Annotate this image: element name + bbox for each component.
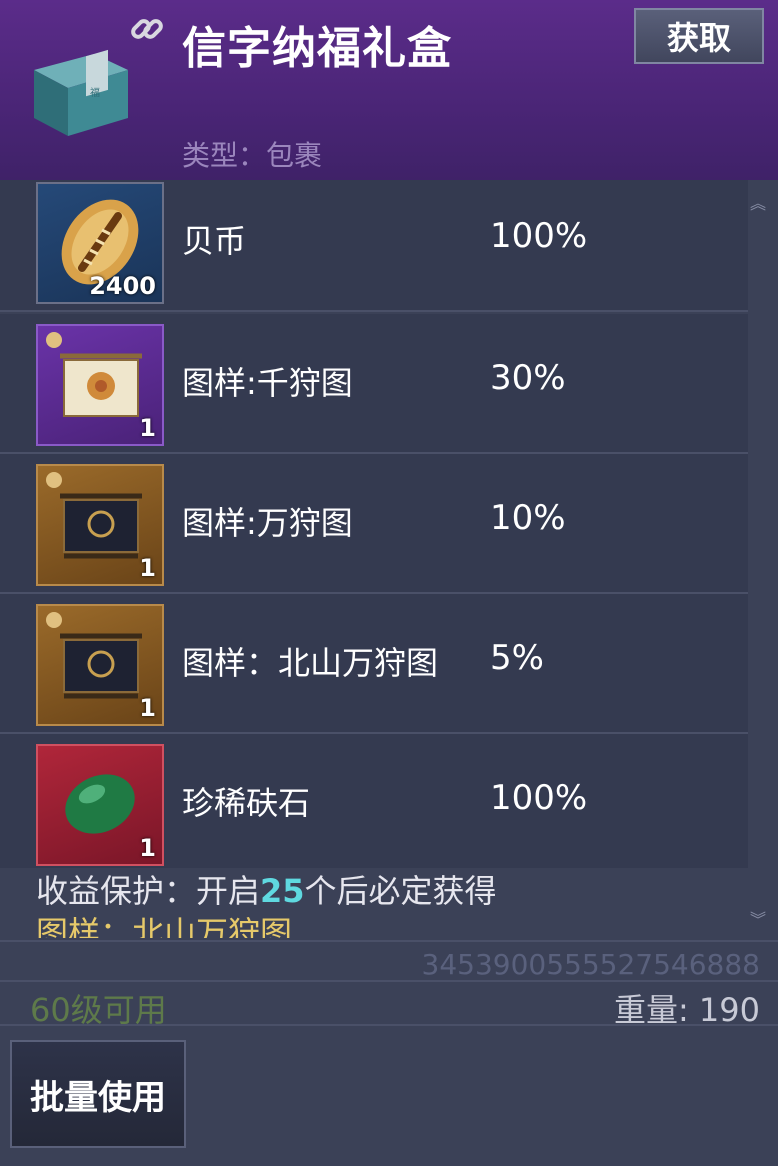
item-quantity: 1 — [139, 554, 156, 582]
item-name: 图样:千狩图 — [182, 364, 353, 402]
item-quantity: 1 — [139, 834, 156, 862]
drop-chance: 30% — [490, 358, 566, 398]
scroll-painting-icon[interactable]: 1 — [36, 324, 164, 446]
divider — [0, 980, 778, 982]
divider — [0, 1024, 778, 1026]
drop-chance: 100% — [490, 778, 588, 818]
scroll-up-icon[interactable]: ︽ — [750, 190, 766, 214]
green-gem-icon[interactable]: 1 — [36, 744, 164, 866]
item-quantity: 1 — [139, 414, 156, 442]
item-quantity: 1 — [139, 694, 156, 722]
svg-text:福: 福 — [90, 86, 100, 99]
batch-use-button[interactable]: 批量使用 — [10, 1040, 186, 1148]
get-button[interactable]: 获取 — [634, 8, 764, 64]
scroll-painting-icon[interactable]: 1 — [36, 464, 164, 586]
item-quantity: 2400 — [89, 272, 156, 300]
protection-prefix: 收益保护：开启 — [36, 872, 261, 910]
list-item[interactable]: 1 图样:万狩图 10% — [0, 454, 748, 594]
protection-count: 25 — [260, 872, 305, 910]
list-item[interactable]: 2400 贝币 100% — [0, 180, 748, 312]
divider — [0, 940, 778, 942]
item-header: 福 信字纳福礼盒 获取 类型：包裹 — [0, 0, 778, 180]
list-item[interactable]: 1 图样：北山万狩图 5% — [0, 594, 748, 734]
protection-suffix: 个后必定获得 — [304, 872, 497, 910]
item-name: 贝币 — [182, 222, 247, 260]
scroll-painting-icon[interactable]: 1 — [36, 604, 164, 726]
gift-box-icon: 福 — [34, 49, 128, 136]
protection-target: 图样：北山万狩图 — [36, 914, 293, 938]
link-chain-icon[interactable] — [128, 10, 166, 48]
list-item[interactable]: 1 珍稀砆石 100% — [0, 734, 748, 868]
drop-chance: 10% — [490, 498, 566, 538]
list-item[interactable]: 1 图样:千狩图 30% — [0, 314, 748, 454]
scroll-down-icon[interactable]: ︾ — [750, 906, 766, 930]
item-name: 珍稀砆石 — [182, 784, 311, 822]
cowrie-shell-icon[interactable]: 2400 — [36, 182, 164, 304]
drop-chance: 5% — [490, 638, 544, 678]
item-type-label: 类型：包裹 — [182, 139, 323, 172]
item-serial-number: 3453900555527546888 — [421, 948, 760, 981]
protection-text: 收益保护：开启25个后必定获得 — [36, 866, 497, 912]
drop-chance: 100% — [490, 216, 588, 256]
reward-list[interactable]: 2400 贝币 100% 1 图样:千狩图 30% 1 图样:万狩图 10% 1… — [0, 180, 778, 868]
item-name: 图样:万狩图 — [182, 504, 353, 542]
item-name: 图样：北山万狩图 — [182, 644, 439, 682]
item-title: 信字纳福礼盒 — [182, 23, 452, 74]
